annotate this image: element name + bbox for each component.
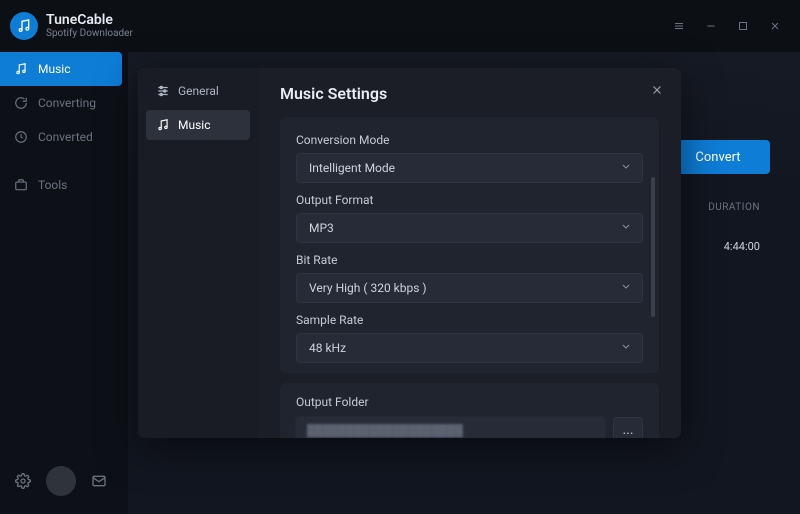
sidebar-item-label: Tools — [38, 178, 67, 192]
minimize-button[interactable] — [704, 19, 718, 33]
converting-icon — [14, 96, 28, 110]
field-label-sample-rate: Sample Rate — [296, 313, 643, 327]
settings-content: Music Settings Conversion Mode Intellige… — [258, 68, 681, 438]
sidebar-item-converting[interactable]: Converting — [0, 86, 128, 120]
column-header-duration: DURATION — [708, 202, 760, 213]
sliders-icon — [156, 84, 170, 98]
bit-rate-select[interactable]: Very High ( 320 kbps ) — [296, 273, 643, 303]
app-logo — [10, 12, 38, 40]
select-value: Very High ( 320 kbps ) — [309, 281, 427, 295]
select-value: 48 kHz — [309, 341, 346, 355]
select-value: Intelligent Mode — [309, 161, 395, 175]
sidebar-item-label: Music — [38, 62, 70, 76]
conversion-mode-select[interactable]: Intelligent Mode — [296, 153, 643, 183]
chevron-down-icon — [620, 341, 632, 356]
chevron-down-icon — [620, 281, 632, 296]
settings-button[interactable] — [14, 472, 32, 490]
settings-tab-general[interactable]: General — [146, 76, 250, 106]
app-subtitle: Spotify Downloader — [46, 28, 133, 39]
converted-icon — [14, 130, 28, 144]
app-title-block: TuneCable Spotify Downloader — [46, 13, 133, 39]
output-folder-input[interactable]: ████████████████████ — [296, 417, 605, 438]
field-label-output-folder: Output Folder — [296, 395, 643, 409]
chevron-down-icon — [620, 221, 632, 236]
output-format-select[interactable]: MP3 — [296, 213, 643, 243]
field-label-conversion-mode: Conversion Mode — [296, 133, 643, 147]
select-value: MP3 — [309, 221, 334, 235]
sidebar-item-label: Converting — [38, 96, 96, 110]
settings-title: Music Settings — [280, 84, 659, 103]
app-title: TuneCable — [46, 13, 133, 28]
music-note-icon — [156, 118, 170, 132]
sidebar-item-label: Converted — [38, 130, 93, 144]
close-modal-button[interactable] — [647, 80, 667, 100]
settings-sidebar: General Music — [138, 68, 258, 438]
titlebar: TuneCable Spotify Downloader — [0, 0, 800, 52]
maximize-button[interactable] — [736, 19, 750, 33]
browse-folder-button[interactable]: ... — [613, 417, 643, 438]
settings-tab-label: General — [178, 84, 219, 98]
sidebar-bottom — [0, 454, 128, 514]
feedback-button[interactable] — [90, 472, 108, 490]
settings-tab-label: Music — [178, 118, 210, 132]
scrollbar[interactable] — [651, 177, 655, 317]
window-controls — [672, 19, 790, 33]
field-label-output-format: Output Format — [296, 193, 643, 207]
tools-icon — [14, 178, 28, 192]
music-icon — [14, 62, 28, 76]
sidebar-item-tools[interactable]: Tools — [0, 168, 128, 202]
avatar[interactable] — [46, 466, 76, 496]
duration-value: 4:44:00 — [724, 240, 760, 253]
convert-button[interactable]: Convert — [666, 140, 770, 174]
settings-modal: General Music Music Settings Conversion … — [138, 68, 681, 438]
menu-button[interactable] — [672, 19, 686, 33]
sample-rate-select[interactable]: 48 kHz — [296, 333, 643, 363]
chevron-down-icon — [620, 161, 632, 176]
settings-card: Conversion Mode Intelligent Mode Output … — [280, 117, 659, 373]
field-label-bit-rate: Bit Rate — [296, 253, 643, 267]
sidebar-item-converted[interactable]: Converted — [0, 120, 128, 154]
sidebar: Music Converting Converted Tools — [0, 52, 128, 514]
close-window-button[interactable] — [768, 19, 782, 33]
output-folder-card: Output Folder ████████████████████ ... — [280, 383, 659, 438]
sidebar-item-music[interactable]: Music — [0, 52, 122, 86]
settings-tab-music[interactable]: Music — [146, 110, 250, 140]
